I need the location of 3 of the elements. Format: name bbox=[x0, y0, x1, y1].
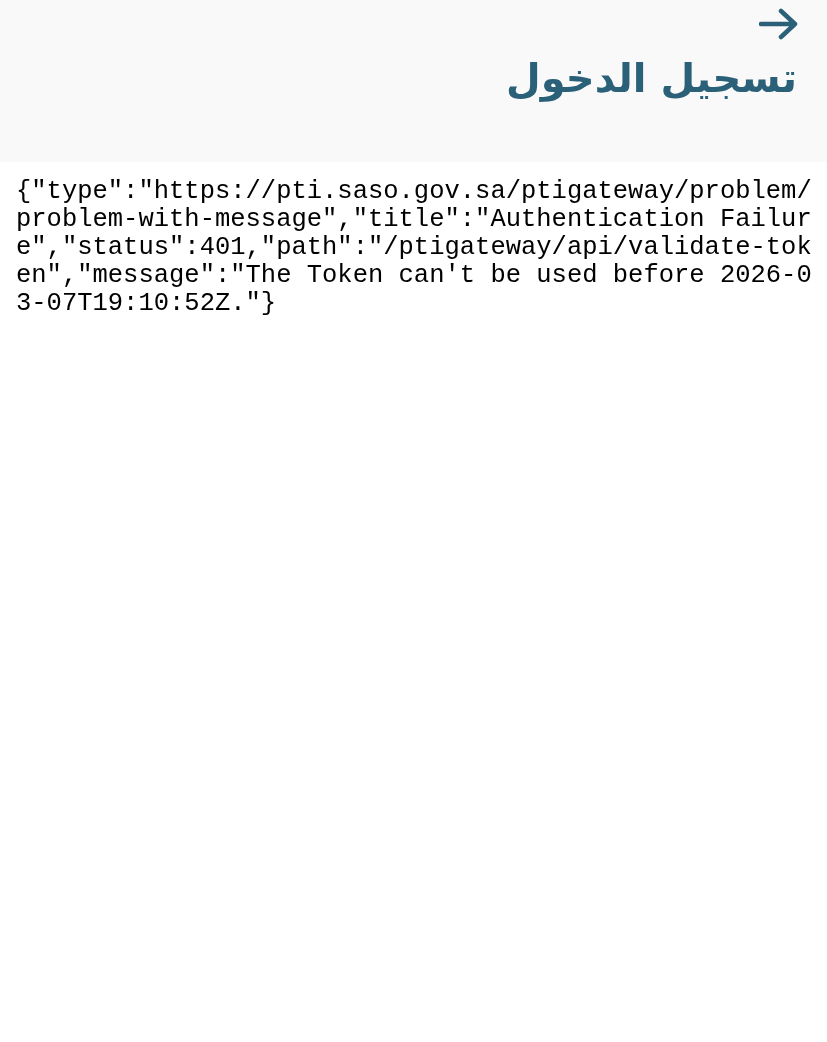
response-text: {"type":"https://pti.saso.gov.sa/ptigateway/problem/problem-with-message","title":"Authentication Failure","status":401,"path":"/ptigateway/api/validate-token","message":"The Token can't be used before 2026-03-07T19:10:52Z."} bbox=[15, 178, 813, 318]
page-title: تسجيل الدخول bbox=[506, 54, 797, 102]
back-arrow-icon[interactable] bbox=[759, 8, 799, 40]
